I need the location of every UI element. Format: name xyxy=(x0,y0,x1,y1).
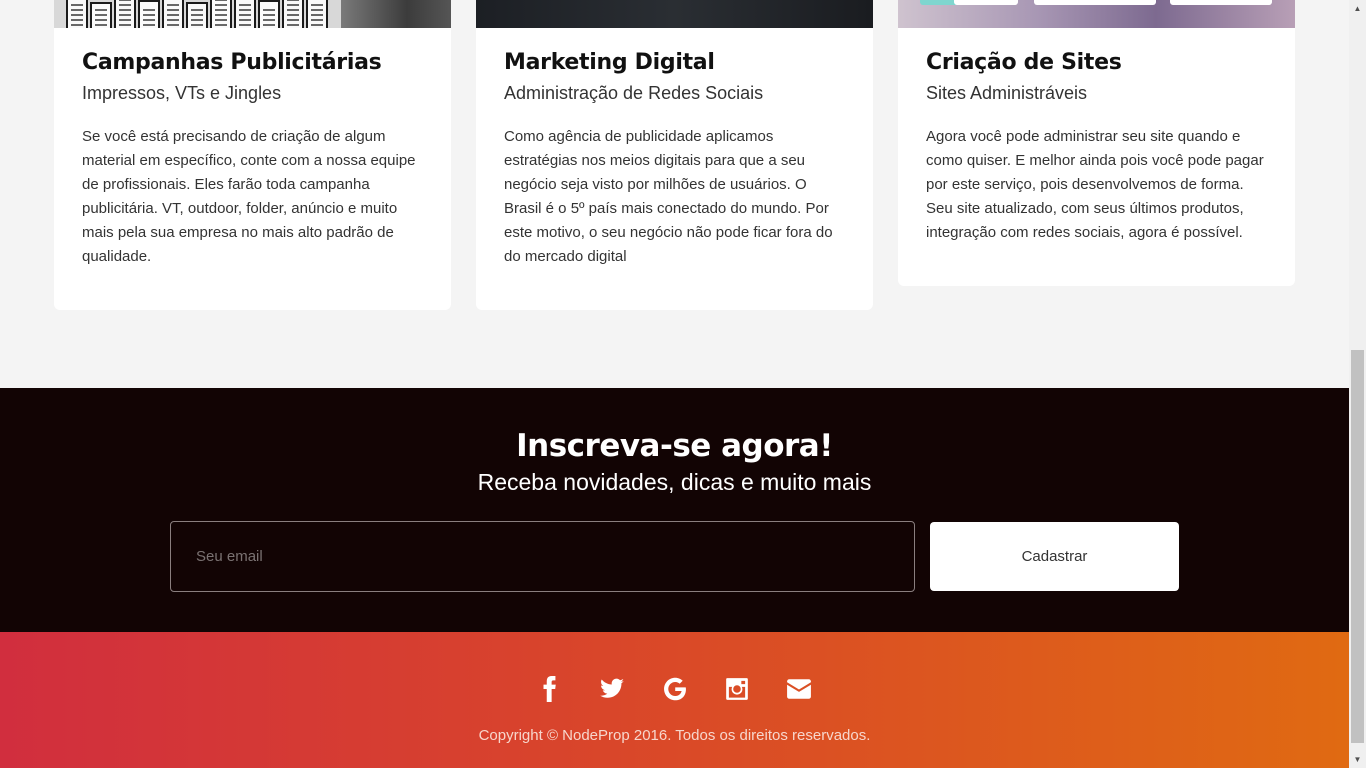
service-subtitle: Administração de Redes Sociais xyxy=(504,83,764,103)
social-links xyxy=(0,676,1349,706)
subscribe-title: Inscreva-se agora! xyxy=(516,428,833,464)
service-card-marketing: Marketing Digital Administração de Redes… xyxy=(476,0,873,310)
subscribe-subtitle: Receba novidades, dicas e muito mais xyxy=(477,469,872,495)
service-description: Como agência de publicidade aplicamos es… xyxy=(504,128,833,265)
service-image-city xyxy=(54,0,451,28)
scroll-thumb[interactable] xyxy=(1351,350,1364,743)
facebook-icon[interactable] xyxy=(535,676,565,706)
instagram-icon[interactable] xyxy=(722,676,752,706)
cadastrar-button[interactable]: Cadastrar xyxy=(930,522,1179,591)
service-title: Criação de Sites xyxy=(926,50,1122,75)
subscribe-section: Inscreva-se agora! Receba novidades, dic… xyxy=(0,388,1349,632)
service-card-sites: Criação de Sites Sites Administráveis Ag… xyxy=(898,0,1295,286)
service-title: Marketing Digital xyxy=(504,50,715,75)
service-subtitle: Impressos, VTs e Jingles xyxy=(82,83,282,103)
vertical-scrollbar[interactable]: ▲ ▼ xyxy=(1349,0,1366,768)
service-title: Campanhas Publicitárias xyxy=(82,50,382,75)
service-subtitle: Sites Administráveis xyxy=(926,83,1088,103)
copyright-text: Copyright © NodeProp 2016. Todos os dire… xyxy=(478,727,871,744)
service-description: Se você está precisando de criação de al… xyxy=(82,128,416,265)
footer: Copyright © NodeProp 2016. Todos os dire… xyxy=(0,632,1349,768)
service-image-purple xyxy=(898,0,1295,28)
google-icon[interactable] xyxy=(660,676,690,706)
page: Campanhas Publicitárias Impressos, VTs e… xyxy=(0,0,1349,768)
service-card-campanhas: Campanhas Publicitárias Impressos, VTs e… xyxy=(54,0,451,310)
twitter-icon[interactable] xyxy=(597,676,627,706)
scroll-down-icon[interactable]: ▼ xyxy=(1349,751,1366,768)
envelope-icon[interactable] xyxy=(784,676,814,706)
service-description: Agora você pode administrar seu site qua… xyxy=(926,128,1264,241)
services-section: Campanhas Publicitárias Impressos, VTs e… xyxy=(0,0,1349,388)
service-image-dark xyxy=(476,0,873,28)
email-input[interactable] xyxy=(170,521,915,592)
scroll-up-icon[interactable]: ▲ xyxy=(1349,0,1366,17)
